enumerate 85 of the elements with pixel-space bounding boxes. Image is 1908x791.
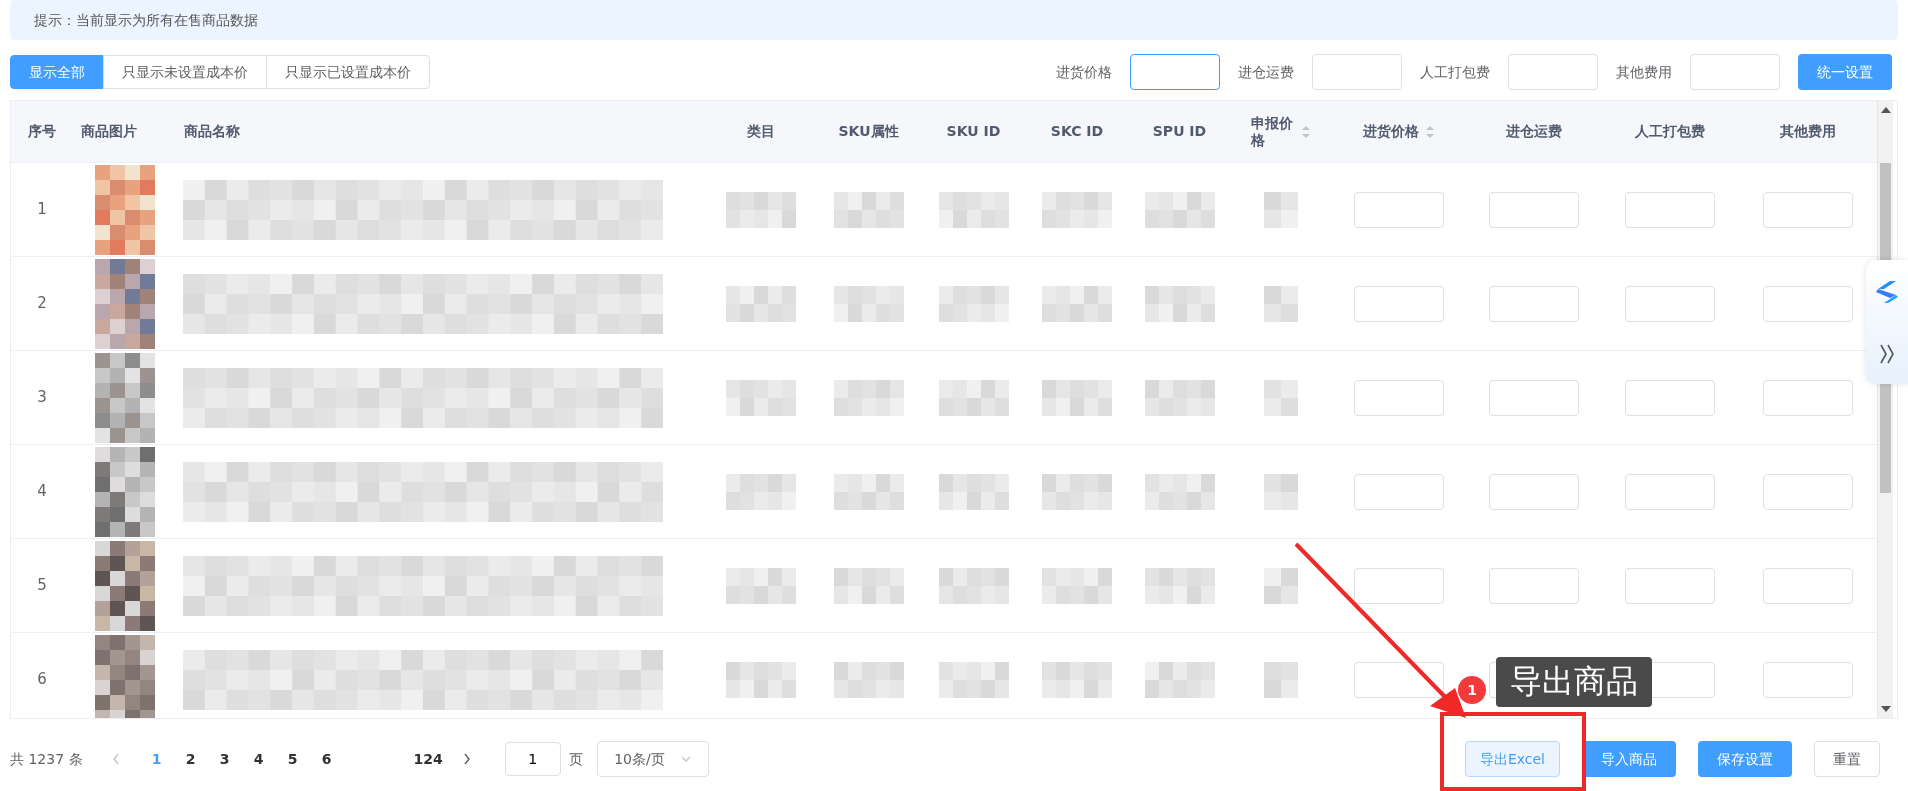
pixelated-text: [938, 191, 1009, 228]
pixelated-text: [938, 661, 1009, 698]
pixelated-text: [938, 567, 1009, 604]
double-chevron-icon: [1878, 343, 1896, 365]
pixelated-text: [1144, 473, 1215, 510]
row-number: 3: [37, 387, 47, 409]
pixelated-text: [1264, 473, 1298, 510]
pixelated-text: [1264, 567, 1298, 604]
column-header: 人工打包费: [1635, 122, 1705, 141]
page-input[interactable]: 1: [504, 742, 561, 776]
pixelated-text: [938, 285, 1009, 322]
pixelated-text: [1042, 473, 1112, 510]
pixelated-text: [1144, 285, 1215, 322]
pixelated-text: [1264, 285, 1298, 322]
column-header: 其他费用: [1780, 122, 1836, 141]
page-button[interactable]: 4: [241, 748, 276, 770]
page-button[interactable]: 2: [173, 748, 208, 770]
column-header: SPU ID: [1152, 122, 1207, 141]
pixelated-text: [833, 661, 904, 698]
page-button[interactable]: 5: [275, 748, 310, 770]
next-icon: [462, 753, 471, 765]
page-button[interactable]: 124: [405, 748, 451, 770]
page-button[interactable]: 6: [309, 748, 344, 770]
column-header: SKU属性: [838, 122, 899, 141]
input-field[interactable]: [1130, 54, 1220, 90]
filter-tab[interactable]: 只显示已设置成本价: [266, 55, 430, 89]
page-size-select[interactable]: 10条/页: [596, 741, 709, 777]
column-header: 类目: [747, 122, 775, 141]
pixelated-text: [833, 379, 904, 416]
pixelated-text: [833, 285, 904, 322]
pixelated-text: [1042, 191, 1112, 228]
column-header: 进仓运费: [1505, 122, 1562, 141]
pixelated-text: [726, 661, 796, 698]
pixelated-text: [726, 473, 796, 510]
chevron-down-icon: [681, 756, 692, 762]
previous-icon: [111, 753, 120, 765]
column-header: 申报价格: [1251, 114, 1311, 149]
column-header: 商品名称: [184, 122, 240, 141]
filter-tab[interactable]: 只显示未设置成本价: [103, 55, 267, 89]
pixelated-text: [1144, 191, 1215, 228]
column-header: 商品图片: [81, 122, 137, 141]
column-header: SKC ID: [1050, 122, 1104, 141]
column-header: SKU ID: [946, 122, 1001, 141]
pixelated-text: [726, 379, 796, 416]
pixelated-text: [1264, 191, 1298, 228]
row-number: 2: [37, 293, 47, 315]
page-button[interactable]: 3: [207, 748, 242, 770]
tooltip: 导出商品: [1496, 657, 1652, 707]
sort-icon: [1424, 123, 1435, 140]
pixelated-text: [1144, 661, 1215, 698]
column-header: 序号: [28, 122, 56, 141]
total-count: 共 1237 条: [10, 749, 83, 769]
pixelated-text: [1144, 379, 1215, 416]
field-label: 其他费用: [1616, 62, 1672, 82]
pixelated-text: [1042, 285, 1112, 322]
column-header: 进货价格: [1362, 121, 1435, 142]
pixelated-text: [833, 567, 904, 604]
pixelated-text: [1042, 661, 1112, 698]
pixelated-text: [726, 285, 796, 322]
sort-icon: [1301, 123, 1311, 140]
pixelated-text: [1264, 379, 1298, 416]
step-badge: 1: [1458, 676, 1486, 704]
pixelated-text: [938, 473, 1009, 510]
row-number: 5: [37, 575, 47, 597]
page-unit: 页: [568, 749, 583, 769]
logo-icon: [1874, 279, 1900, 305]
action-button[interactable]: 重置: [1814, 741, 1880, 777]
row-number: 6: [37, 669, 47, 691]
field-label: 进货价格: [1056, 62, 1112, 82]
pixelated-text: [1264, 661, 1298, 698]
scroll-down-icon: [1881, 706, 1891, 712]
field-label: 进仓运费: [1238, 62, 1294, 82]
pixelated-text: [833, 473, 904, 510]
pixelated-text: [726, 567, 796, 604]
pixelated-text: [938, 379, 1009, 416]
field-label: 人工打包费: [1420, 62, 1490, 82]
pixelated-text: [1144, 567, 1215, 604]
row-number: 4: [37, 481, 47, 503]
scroll-up-icon: [1881, 107, 1891, 113]
pixelated-text: [726, 191, 796, 228]
row-number: 1: [37, 199, 47, 221]
notice-bar: 提示：当前显示为所有在售商品数据: [10, 0, 1898, 40]
pixelated-text: [1042, 379, 1112, 416]
pixelated-text: [833, 191, 904, 228]
pixelated-text: [1042, 567, 1112, 604]
